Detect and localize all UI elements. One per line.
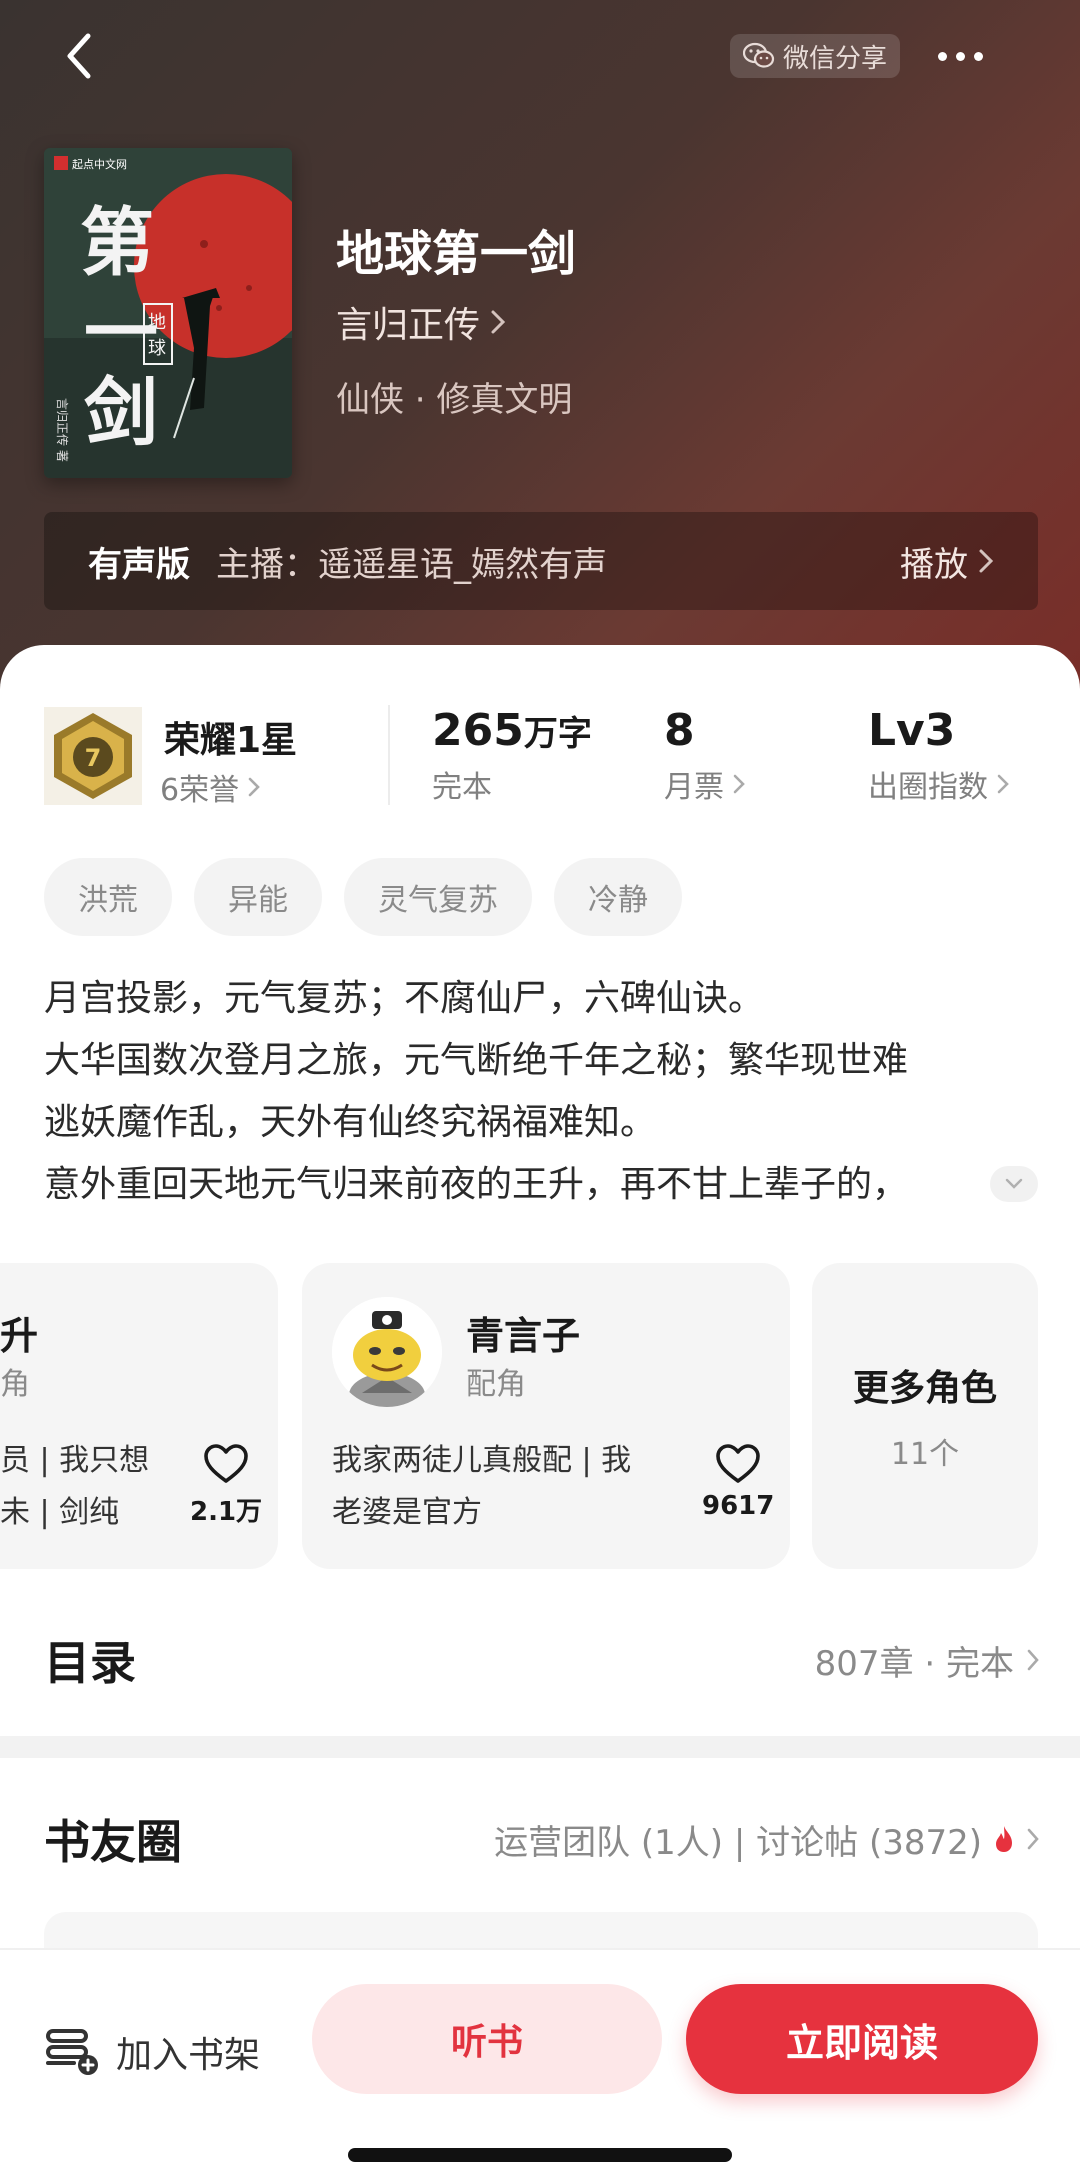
more-characters-title: 更多角色 <box>852 1368 997 1409</box>
dot-icon <box>937 51 947 61</box>
book-cover-art: 起点中文网 第 一 剑 地 球 言归正传 著 <box>44 148 292 478</box>
toc-meta: 807章 · 完本 <box>814 1643 1014 1684</box>
section-divider <box>0 1736 1080 1758</box>
svg-text:言归正传 著: 言归正传 著 <box>55 398 70 462</box>
listen-button[interactable]: 听书 <box>312 1984 662 2094</box>
character-type: 角 <box>0 1367 30 1402</box>
character-like-button[interactable]: 9617 <box>702 1443 774 1521</box>
heart-icon <box>204 1444 248 1483</box>
wechat-icon <box>742 42 775 68</box>
svg-text:剑: 剑 <box>84 370 158 456</box>
svg-text:地: 地 <box>148 312 166 333</box>
character-carousel[interactable]: 升 角 员 | 我只想 未 | 剑纯 2.1万 青言子 配角 我家两徒儿真般配 … <box>0 1263 1080 1571</box>
read-now-button[interactable]: 立即阅读 <box>686 1984 1038 2094</box>
back-button[interactable] <box>52 28 108 84</box>
character-like-button[interactable]: 2.1万 <box>190 1443 262 1528</box>
home-indicator <box>348 2148 732 2162</box>
popularity-level: Lv3 <box>868 705 956 756</box>
completion-status: 完本 <box>432 770 492 805</box>
character-type: 配角 <box>466 1367 526 1402</box>
wechat-share-label: 微信分享 <box>782 43 887 74</box>
honor-medal-icon[interactable]: 7 <box>44 707 142 805</box>
character-desc-line: 员 | 我只想 <box>0 1443 150 1478</box>
book-title: 地球第一剑 <box>336 226 577 282</box>
chevron-right-icon <box>248 777 260 797</box>
tag-chip[interactable]: 异能 <box>194 858 322 936</box>
character-desc-line: 老婆是官方 <box>332 1495 482 1530</box>
honor-count-link[interactable]: 6荣誉 <box>160 765 261 809</box>
book-synopsis[interactable]: 月宫投影，元气复苏；不腐仙尸，六碑仙诀。 大华国数次登月之旅，元气断绝千年之秘；… <box>44 968 1040 1216</box>
monthly-ticket-value: 8 <box>664 705 695 756</box>
heart-icon <box>716 1444 760 1483</box>
book-cover[interactable]: 起点中文网 第 一 剑 地 球 言归正传 著 <box>44 148 292 478</box>
word-count-value: 265 <box>432 705 524 756</box>
chevron-right-icon <box>997 774 1009 794</box>
chevron-right-icon <box>1027 1649 1039 1671</box>
monthly-ticket-label: 月票 <box>664 770 724 805</box>
more-characters-count: 11个 <box>890 1437 960 1472</box>
chevron-right-icon <box>979 549 994 573</box>
author-name: 言归正传 <box>336 305 481 346</box>
word-count-stat: 265万字 完本 <box>432 705 592 806</box>
character-avatar <box>332 1297 442 1407</box>
book-genre: 仙侠 · 修真文明 <box>336 380 573 420</box>
chevron-right-icon <box>491 310 506 334</box>
table-of-contents-row[interactable]: 目录 807章 · 完本 <box>44 1620 1040 1700</box>
synopsis-line: 大华国数次登月之旅，元气断绝千年之秘；繁华现世难 <box>44 1040 909 1081</box>
wechat-share-button[interactable]: 微信分享 <box>730 34 900 78</box>
dot-icon <box>973 51 983 61</box>
book-circle-meta: 运营团队 (1人) | 讨论帖 (3872) <box>494 1822 982 1863</box>
character-name: 升 <box>0 1314 39 1358</box>
add-to-shelf-icon <box>46 2029 98 2075</box>
svg-text:7: 7 <box>85 744 102 772</box>
character-card[interactable]: 青言子 配角 我家两徒儿真般配 | 我 老婆是官方 9617 <box>302 1263 790 1569</box>
chevron-down-icon <box>1005 1178 1023 1189</box>
stats-divider <box>388 705 390 805</box>
more-options-button[interactable] <box>925 34 995 78</box>
chevron-right-icon <box>1027 1828 1039 1850</box>
chevron-left-icon <box>67 33 91 79</box>
audio-play-label: 播放 <box>900 544 968 585</box>
monthly-ticket-stat[interactable]: 8 月票 <box>664 705 746 806</box>
tag-chip[interactable]: 洪荒 <box>44 858 172 936</box>
synopsis-line: 月宫投影，元气复苏；不腐仙尸，六碑仙诀。 <box>44 978 765 1019</box>
tag-chip[interactable]: 冷静 <box>554 858 682 936</box>
audio-host: 主播：遥遥星语_嫣然有声 <box>216 544 607 585</box>
word-count-unit: 万字 <box>523 714 592 754</box>
character-like-count: 2.1万 <box>190 1497 263 1527</box>
character-card[interactable]: 升 角 员 | 我只想 未 | 剑纯 2.1万 <box>0 1263 278 1569</box>
character-desc-line: 未 | 剑纯 <box>0 1495 120 1530</box>
top-bar: 微信分享 <box>0 0 1080 110</box>
honor-count: 6荣誉 <box>160 773 240 808</box>
chevron-right-icon <box>733 774 745 794</box>
audio-version-bar[interactable]: 有声版 主播：遥遥星语_嫣然有声 播放 <box>44 512 1038 610</box>
character-desc-line: 我家两徒儿真般配 | 我 <box>332 1443 632 1478</box>
toc-title: 目录 <box>44 1636 136 1690</box>
more-characters-button[interactable]: 更多角色 11个 <box>812 1263 1038 1569</box>
popularity-label: 出圈指数 <box>868 770 988 805</box>
audio-badge: 有声版 <box>88 544 190 585</box>
add-to-shelf-button[interactable]: 加入书架 <box>44 2012 260 2092</box>
character-name: 青言子 <box>466 1314 581 1358</box>
audio-play-button[interactable]: 播放 <box>900 537 994 586</box>
svg-text:第: 第 <box>80 200 154 286</box>
add-to-shelf-label: 加入书架 <box>116 2035 261 2076</box>
cover-publisher: 起点中文网 <box>72 157 127 171</box>
honor-name: 荣耀1星 <box>164 720 298 761</box>
tag-list: 洪荒 异能 灵气复苏 冷静 <box>44 858 682 936</box>
dot-icon <box>955 51 965 61</box>
book-circle-row[interactable]: 书友圈 运营团队 (1人) | 讨论帖 (3872) <box>44 1796 1040 1882</box>
synopsis-line: 逃妖魔作乱，天外有仙终究祸福难知。 <box>44 1102 657 1143</box>
bottom-action-bar: 加入书架 听书 立即阅读 <box>0 1948 1080 2176</box>
author-link[interactable]: 言归正传 <box>336 296 506 348</box>
character-like-count: 9617 <box>702 1491 775 1521</box>
svg-text:球: 球 <box>148 338 166 359</box>
tag-chip[interactable]: 灵气复苏 <box>344 858 532 936</box>
popularity-index-stat[interactable]: Lv3 出圈指数 <box>868 705 1010 806</box>
stats-row: 7 荣耀1星 6荣誉 265万字 完本 8 月票 Lv3 出圈指数 <box>44 705 1044 817</box>
book-circle-title: 书友圈 <box>44 1815 182 1869</box>
fire-icon <box>996 1826 1012 1852</box>
synopsis-line: 意外重回天地元气归来前夜的王升，再不甘上辈子的， <box>44 1164 909 1205</box>
expand-synopsis-button[interactable] <box>990 1166 1038 1202</box>
